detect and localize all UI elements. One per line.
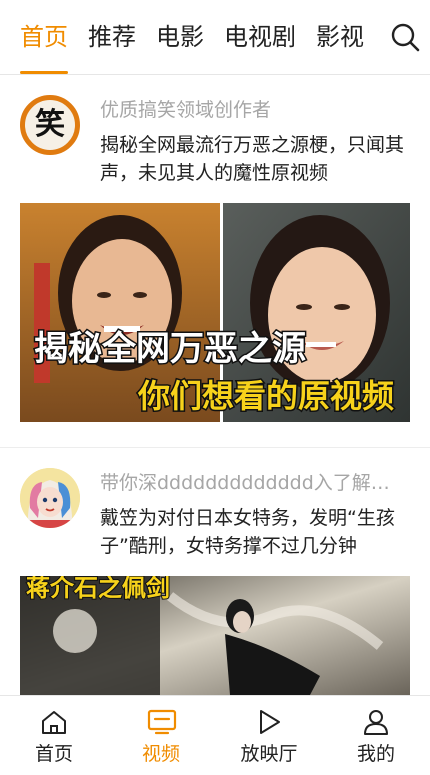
top-tab-bar: 首页 推荐 电影 电视剧 影视 (0, 0, 430, 75)
home-icon (42, 711, 66, 734)
video-thumbnail[interactable]: 揭秘全网万恶之源 你们想看的原视频 (20, 203, 410, 422)
nav-home[interactable]: 首页 (9, 696, 99, 775)
tv-icon (147, 709, 177, 735)
tab-movies[interactable]: 电影 (156, 20, 204, 54)
author-name[interactable]: 优质搞笑领域创作者 (100, 95, 400, 122)
thumbnail-image: 揭秘全网万恶之源 你们想看的原视频 (20, 203, 410, 422)
nav-label: 首页 (34, 743, 73, 765)
nav-video[interactable]: 视频 (116, 696, 206, 775)
thumbnail-caption-line1: 蒋介石之佩剑 (26, 576, 170, 602)
feed-card[interactable]: 笑 优质搞笑领域创作者 揭秘全网最流行万恶之源梗，只闻其声，未见其人的魔性原视频 (0, 75, 430, 447)
tab-home[interactable]: 首页 (20, 20, 68, 54)
author-name[interactable]: 带你深ddddddddddddd入了解每... (100, 468, 400, 495)
feed-card[interactable]: 带你深ddddddddddddd入了解每... 戴笠为对付日本女特务，发明“生孩… (0, 448, 430, 695)
nav-profile[interactable]: 我的 (331, 696, 421, 775)
video-thumbnail[interactable]: 蒋介石之佩剑 (20, 576, 410, 695)
thumbnail-caption-line2: 你们想看的原视频 (137, 377, 394, 415)
nav-label: 我的 (356, 743, 395, 765)
thumbnail-image: 蒋介石之佩剑 (20, 576, 410, 695)
play-icon (260, 710, 280, 734)
avatar[interactable] (20, 468, 80, 528)
user-icon (364, 710, 388, 735)
tab-film[interactable]: 影视 (316, 20, 364, 54)
avatar[interactable]: 笑 (20, 95, 80, 155)
search-button[interactable] (388, 20, 422, 54)
nav-theater[interactable]: 放映厅 (224, 696, 314, 775)
video-title[interactable]: 揭秘全网最流行万恶之源梗，只闻其声，未见其人的魔性原视频 (100, 131, 410, 187)
tab-tv-series[interactable]: 电视剧 (224, 20, 296, 54)
nav-label: 视频 (141, 743, 180, 765)
bottom-nav: 首页 视频 放映厅 我的 (0, 695, 430, 775)
active-tab-indicator (20, 71, 68, 74)
cartoon-avatar-icon (20, 468, 80, 528)
tab-recommend[interactable]: 推荐 (88, 20, 136, 54)
nav-label: 放映厅 (240, 743, 298, 765)
avatar-char: 笑 (35, 107, 65, 142)
thumbnail-caption-line1: 揭秘全网万恶之源 (34, 329, 306, 369)
search-icon (391, 23, 420, 52)
video-title[interactable]: 戴笠为对付日本女特务，发明“生孩子”酷刑，女特务撑不过几分钟 (100, 504, 410, 560)
